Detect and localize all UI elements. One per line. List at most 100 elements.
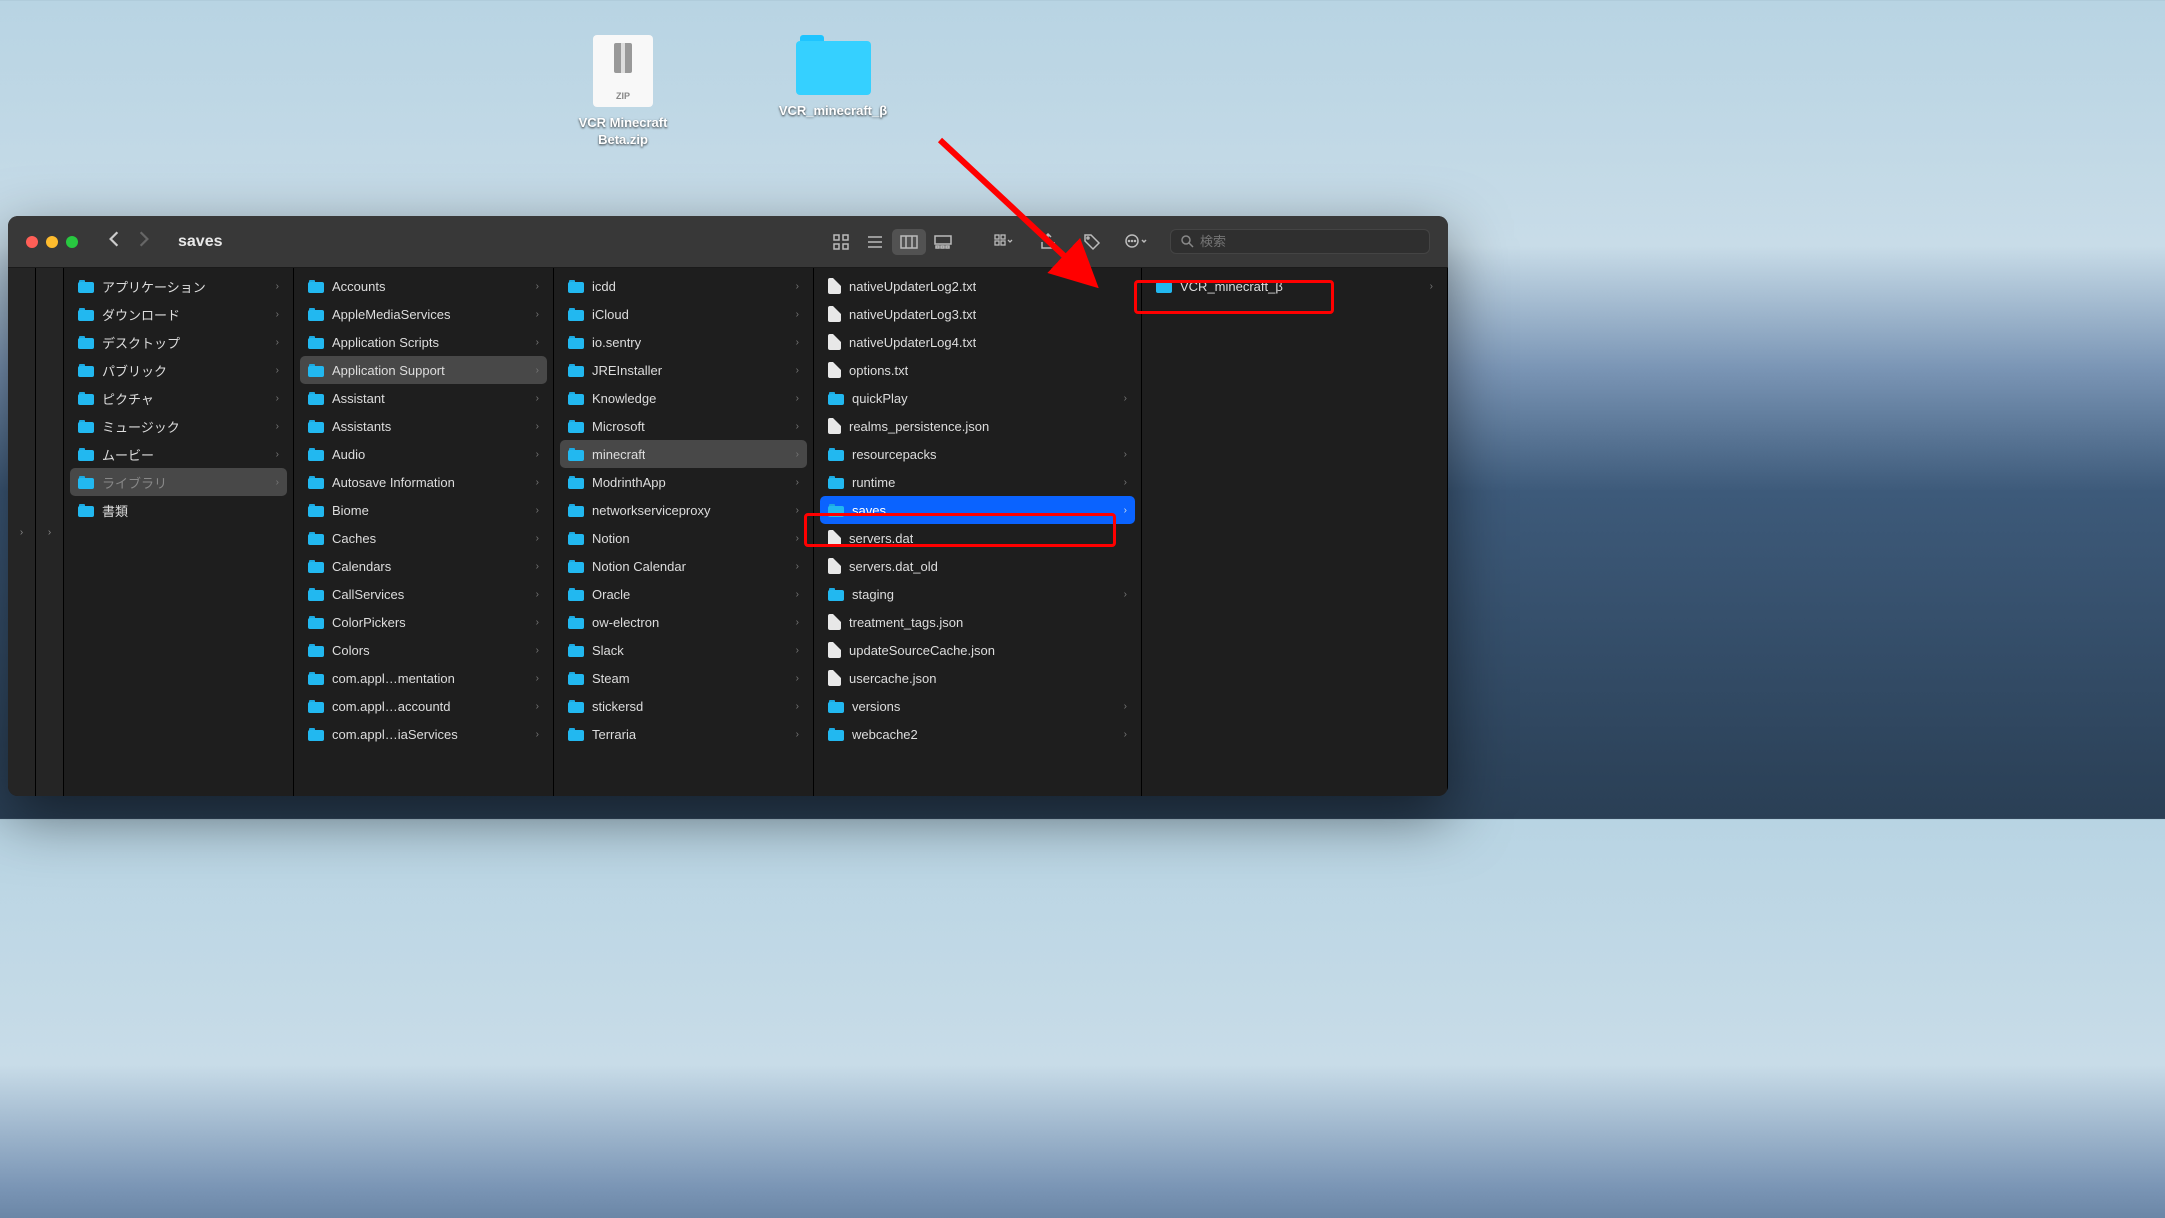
column-5[interactable]: VCR_minecraft_β›: [1142, 268, 1448, 796]
group-button[interactable]: [988, 228, 1020, 256]
desktop-zip-file[interactable]: ZIP VCR Minecraft Beta.zip: [553, 35, 693, 149]
item-label: Notion Calendar: [592, 559, 686, 574]
list-item[interactable]: servers.dat_old: [820, 552, 1135, 580]
list-item[interactable]: minecraft›: [560, 440, 807, 468]
desktop-folder[interactable]: VCR_minecraft_β: [763, 35, 903, 149]
close-button[interactable]: [26, 236, 38, 248]
list-item[interactable]: com.appl…mentation›: [300, 664, 547, 692]
list-item[interactable]: ピクチャ›: [70, 384, 287, 412]
list-item[interactable]: stickersd›: [560, 692, 807, 720]
tags-button[interactable]: [1076, 228, 1108, 256]
gallery-view-button[interactable]: [926, 229, 960, 255]
list-item[interactable]: com.appl…accountd›: [300, 692, 547, 720]
list-item[interactable]: ライブラリ›: [70, 468, 287, 496]
list-item[interactable]: nativeUpdaterLog2.txt: [820, 272, 1135, 300]
list-item[interactable]: ModrinthApp›: [560, 468, 807, 496]
list-item[interactable]: Application Support›: [300, 356, 547, 384]
list-item[interactable]: ミュージック›: [70, 412, 287, 440]
column-2[interactable]: Accounts›AppleMediaServices›Application …: [294, 268, 554, 796]
item-label: nativeUpdaterLog4.txt: [849, 335, 976, 350]
minimize-button[interactable]: [46, 236, 58, 248]
list-item[interactable]: io.sentry›: [560, 328, 807, 356]
column-1[interactable]: アプリケーション›ダウンロード›デスクトップ›パブリック›ピクチャ›ミュージック…: [64, 268, 294, 796]
list-item[interactable]: iCloud›: [560, 300, 807, 328]
list-item[interactable]: Knowledge›: [560, 384, 807, 412]
list-item[interactable]: Autosave Information›: [300, 468, 547, 496]
icon-view-button[interactable]: [824, 229, 858, 255]
list-item[interactable]: nativeUpdaterLog3.txt: [820, 300, 1135, 328]
collapsed-column[interactable]: ›: [36, 268, 64, 796]
list-item[interactable]: servers.dat: [820, 524, 1135, 552]
list-item[interactable]: treatment_tags.json: [820, 608, 1135, 636]
list-item[interactable]: Accounts›: [300, 272, 547, 300]
list-item[interactable]: AppleMediaServices›: [300, 300, 547, 328]
list-item[interactable]: webcache2›: [820, 720, 1135, 748]
fullscreen-button[interactable]: [66, 236, 78, 248]
list-item[interactable]: updateSourceCache.json: [820, 636, 1135, 664]
search-box[interactable]: [1170, 229, 1430, 254]
list-item[interactable]: ダウンロード›: [70, 300, 287, 328]
list-item[interactable]: runtime›: [820, 468, 1135, 496]
list-item[interactable]: Slack›: [560, 636, 807, 664]
share-button[interactable]: [1032, 228, 1064, 256]
item-label: ムービー: [102, 445, 154, 464]
chevron-right-icon: ›: [276, 309, 279, 320]
list-item[interactable]: ムービー›: [70, 440, 287, 468]
list-item[interactable]: ow-electron›: [560, 608, 807, 636]
list-item[interactable]: パブリック›: [70, 356, 287, 384]
column-view-button[interactable]: [892, 229, 926, 255]
action-button[interactable]: [1120, 228, 1152, 256]
list-item[interactable]: resourcepacks›: [820, 440, 1135, 468]
folder-icon: [828, 448, 844, 461]
list-item[interactable]: Notion›: [560, 524, 807, 552]
list-item[interactable]: versions›: [820, 692, 1135, 720]
chevron-right-icon: ›: [536, 701, 539, 712]
list-item[interactable]: icdd›: [560, 272, 807, 300]
desktop-item-label: VCR Minecraft Beta.zip: [553, 115, 693, 149]
list-item[interactable]: usercache.json: [820, 664, 1135, 692]
back-button[interactable]: [108, 230, 120, 253]
list-item[interactable]: com.appl…iaServices›: [300, 720, 547, 748]
list-item[interactable]: Oracle›: [560, 580, 807, 608]
list-item[interactable]: Microsoft›: [560, 412, 807, 440]
search-input[interactable]: [1200, 234, 1419, 249]
list-item[interactable]: quickPlay›: [820, 384, 1135, 412]
list-item[interactable]: saves›: [820, 496, 1135, 524]
column-3[interactable]: icdd›iCloud›io.sentry›JREInstaller›Knowl…: [554, 268, 814, 796]
list-item[interactable]: Audio›: [300, 440, 547, 468]
list-item[interactable]: ColorPickers›: [300, 608, 547, 636]
list-item[interactable]: Notion Calendar›: [560, 552, 807, 580]
list-item[interactable]: Assistant›: [300, 384, 547, 412]
column-4[interactable]: nativeUpdaterLog2.txtnativeUpdaterLog3.t…: [814, 268, 1142, 796]
list-item[interactable]: staging›: [820, 580, 1135, 608]
list-item[interactable]: デスクトップ›: [70, 328, 287, 356]
forward-button[interactable]: [138, 230, 150, 253]
list-item[interactable]: realms_persistence.json: [820, 412, 1135, 440]
chevron-right-icon: ›: [1124, 449, 1127, 460]
list-item[interactable]: options.txt: [820, 356, 1135, 384]
list-item[interactable]: nativeUpdaterLog4.txt: [820, 328, 1135, 356]
list-item[interactable]: Assistants›: [300, 412, 547, 440]
list-item[interactable]: VCR_minecraft_β›: [1148, 272, 1441, 300]
list-item[interactable]: 書類: [70, 496, 287, 524]
list-item[interactable]: Terraria›: [560, 720, 807, 748]
folder-icon: [308, 728, 324, 741]
item-label: stickersd: [592, 699, 643, 714]
list-item[interactable]: JREInstaller›: [560, 356, 807, 384]
list-item[interactable]: アプリケーション›: [70, 272, 287, 300]
list-item[interactable]: CallServices›: [300, 580, 547, 608]
list-item[interactable]: Caches›: [300, 524, 547, 552]
list-item[interactable]: Colors›: [300, 636, 547, 664]
list-item[interactable]: networkserviceproxy›: [560, 496, 807, 524]
folder-icon: [568, 420, 584, 433]
list-item[interactable]: Application Scripts›: [300, 328, 547, 356]
collapsed-column[interactable]: ›: [8, 268, 36, 796]
chevron-right-icon: ›: [1124, 701, 1127, 712]
list-item[interactable]: Steam›: [560, 664, 807, 692]
item-label: VCR_minecraft_β: [1180, 279, 1283, 294]
file-icon: [828, 670, 841, 686]
list-item[interactable]: Calendars›: [300, 552, 547, 580]
file-icon: [828, 418, 841, 434]
list-view-button[interactable]: [858, 229, 892, 255]
list-item[interactable]: Biome›: [300, 496, 547, 524]
